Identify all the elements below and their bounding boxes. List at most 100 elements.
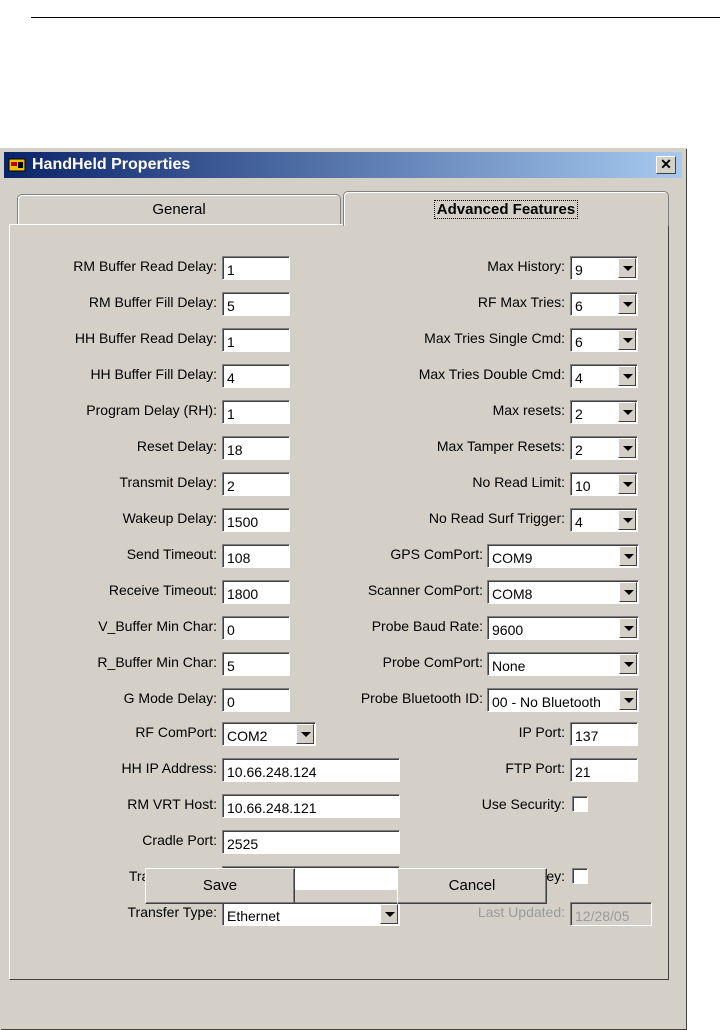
left-field-input[interactable]: 5	[222, 652, 290, 676]
left-field-input[interactable]: 2	[222, 472, 290, 496]
left-field-label: Send Timeout:	[126, 546, 217, 562]
use-security-checkbox[interactable]	[572, 796, 588, 812]
tab-advanced-features[interactable]: Advanced Features	[343, 191, 669, 226]
right-combo-select[interactable]: 2	[570, 436, 638, 460]
hh-ip-field[interactable]: 10.66.248.124	[222, 758, 400, 782]
chevron-down-icon[interactable]	[618, 510, 636, 530]
chevron-down-icon[interactable]	[619, 618, 637, 638]
left-field-input[interactable]: 1	[222, 400, 290, 424]
save-button[interactable]: Save	[145, 868, 295, 904]
right-combo-label: Max resets:	[492, 402, 565, 418]
right-combo-value: 9	[575, 262, 583, 278]
cancel-button-label: Cancel	[448, 877, 496, 894]
title-bar[interactable]: HandHeld Properties ✕	[4, 152, 682, 178]
right-combo-select[interactable]: 9	[570, 256, 638, 280]
right-combo-value: 4	[575, 370, 583, 386]
ftp-port-field[interactable]: 21	[570, 758, 638, 782]
left-field-label: V_Buffer Min Char:	[98, 618, 217, 634]
right-wide-combo-select[interactable]: None	[487, 652, 639, 676]
left-field-input[interactable]: 4	[222, 364, 290, 388]
cradle-port-field[interactable]: 2525	[222, 830, 400, 854]
right-combo-select[interactable]: 2	[570, 400, 638, 424]
left-field-label: RM Buffer Fill Delay:	[88, 294, 217, 310]
left-field-input[interactable]: 108	[222, 544, 290, 568]
right-combo-label: Max Tamper Resets:	[436, 438, 565, 454]
transfer-type-label: Transfer Type:	[127, 904, 217, 920]
left-field-label: Reset Delay:	[136, 438, 217, 454]
left-field-input[interactable]: 5	[222, 292, 290, 316]
right-combo-value: 2	[575, 442, 583, 458]
chevron-down-icon[interactable]	[619, 654, 637, 674]
close-button[interactable]: ✕	[656, 156, 676, 174]
left-field-label: Transmit Delay:	[119, 474, 217, 490]
right-combo-value: 2	[575, 406, 583, 422]
right-wide-combo-value: COM9	[492, 550, 533, 566]
cancel-button[interactable]: Cancel	[397, 868, 547, 904]
chevron-down-icon[interactable]	[618, 330, 636, 350]
last-updated-label: Last Updated:	[477, 904, 565, 920]
hh-ip-label: HH IP Address:	[121, 760, 217, 776]
chevron-down-icon[interactable]	[618, 366, 636, 386]
right-combo-select[interactable]: 4	[570, 508, 638, 532]
left-field-input[interactable]: 1500	[222, 508, 290, 532]
ip-port-field[interactable]: 137	[570, 722, 638, 746]
transfer-type-select[interactable]: Ethernet	[222, 902, 400, 926]
chevron-down-icon[interactable]	[619, 546, 637, 566]
right-combo-value: 6	[575, 334, 583, 350]
right-wide-combo-select[interactable]: 00 - No Bluetooth	[487, 688, 639, 712]
cradle-port-label: Cradle Port:	[142, 832, 217, 848]
chevron-down-icon[interactable]	[618, 438, 636, 458]
last-updated-field: 12/28/05	[570, 902, 652, 926]
right-wide-combo-label: Scanner ComPort:	[367, 582, 483, 598]
chevron-down-icon[interactable]	[619, 690, 637, 710]
tab-general[interactable]: General	[17, 194, 341, 225]
rf-comport-value: COM2	[227, 728, 268, 744]
right-wide-combo-select[interactable]: COM9	[487, 544, 639, 568]
right-wide-combo-select[interactable]: COM8	[487, 580, 639, 604]
tab-general-label: General	[152, 201, 206, 218]
right-combo-label: Max Tries Single Cmd:	[424, 330, 565, 346]
right-combo-label: Max Tries Double Cmd:	[418, 366, 565, 382]
chevron-down-icon[interactable]	[618, 258, 636, 278]
close-icon: ✕	[660, 156, 672, 172]
right-wide-combo-value: None	[492, 658, 526, 674]
right-wide-combo-label: Probe Baud Rate:	[371, 618, 483, 634]
left-field-input[interactable]: 18	[222, 436, 290, 460]
app-icon	[8, 158, 26, 172]
left-field-input[interactable]: 0	[222, 616, 290, 640]
rm-vrt-host-field[interactable]: 10.66.248.121	[222, 794, 400, 818]
use-security-label: Use Security:	[481, 796, 565, 812]
right-combo-select[interactable]: 4	[570, 364, 638, 388]
left-field-input[interactable]: 1800	[222, 580, 290, 604]
left-field-input[interactable]: 1	[222, 256, 290, 280]
chevron-down-icon[interactable]	[618, 402, 636, 422]
left-field-label: Receive Timeout:	[108, 582, 217, 598]
rf-comport-select[interactable]: COM2	[222, 722, 316, 746]
right-wide-combo-select[interactable]: 9600	[487, 616, 639, 640]
rm-vrt-host-label: RM VRT Host:	[127, 796, 217, 812]
right-combo-value: 6	[575, 298, 583, 314]
left-field-input[interactable]: 1	[222, 328, 290, 352]
right-wide-combo-label: Probe Bluetooth ID:	[360, 690, 483, 706]
right-combo-label: No Read Limit:	[472, 474, 565, 490]
right-combo-select[interactable]: 6	[570, 292, 638, 316]
right-combo-select[interactable]: 10	[570, 472, 638, 496]
right-combo-value: 4	[575, 514, 583, 530]
window-title: HandHeld Properties	[32, 156, 191, 173]
chevron-down-icon[interactable]	[380, 904, 398, 924]
do-survey-checkbox[interactable]	[572, 868, 588, 884]
tab-advanced-label: Advanced Features	[433, 200, 579, 219]
page-top-rule	[31, 17, 720, 18]
right-combo-label: No Read Surf Trigger:	[428, 510, 565, 526]
chevron-down-icon[interactable]	[619, 582, 637, 602]
save-button-label: Save	[202, 877, 238, 894]
right-combo-select[interactable]: 6	[570, 328, 638, 352]
right-wide-combo-value: 00 - No Bluetooth	[492, 694, 601, 710]
chevron-down-icon[interactable]	[618, 294, 636, 314]
left-field-label: Wakeup Delay:	[122, 510, 217, 526]
chevron-down-icon[interactable]	[296, 724, 314, 744]
left-field-input[interactable]: 0	[222, 688, 290, 712]
handheld-properties-dialog: HandHeld Properties ✕ General Advanced F…	[0, 148, 687, 1030]
rf-comport-label: RF ComPort:	[135, 724, 217, 740]
chevron-down-icon[interactable]	[618, 474, 636, 494]
